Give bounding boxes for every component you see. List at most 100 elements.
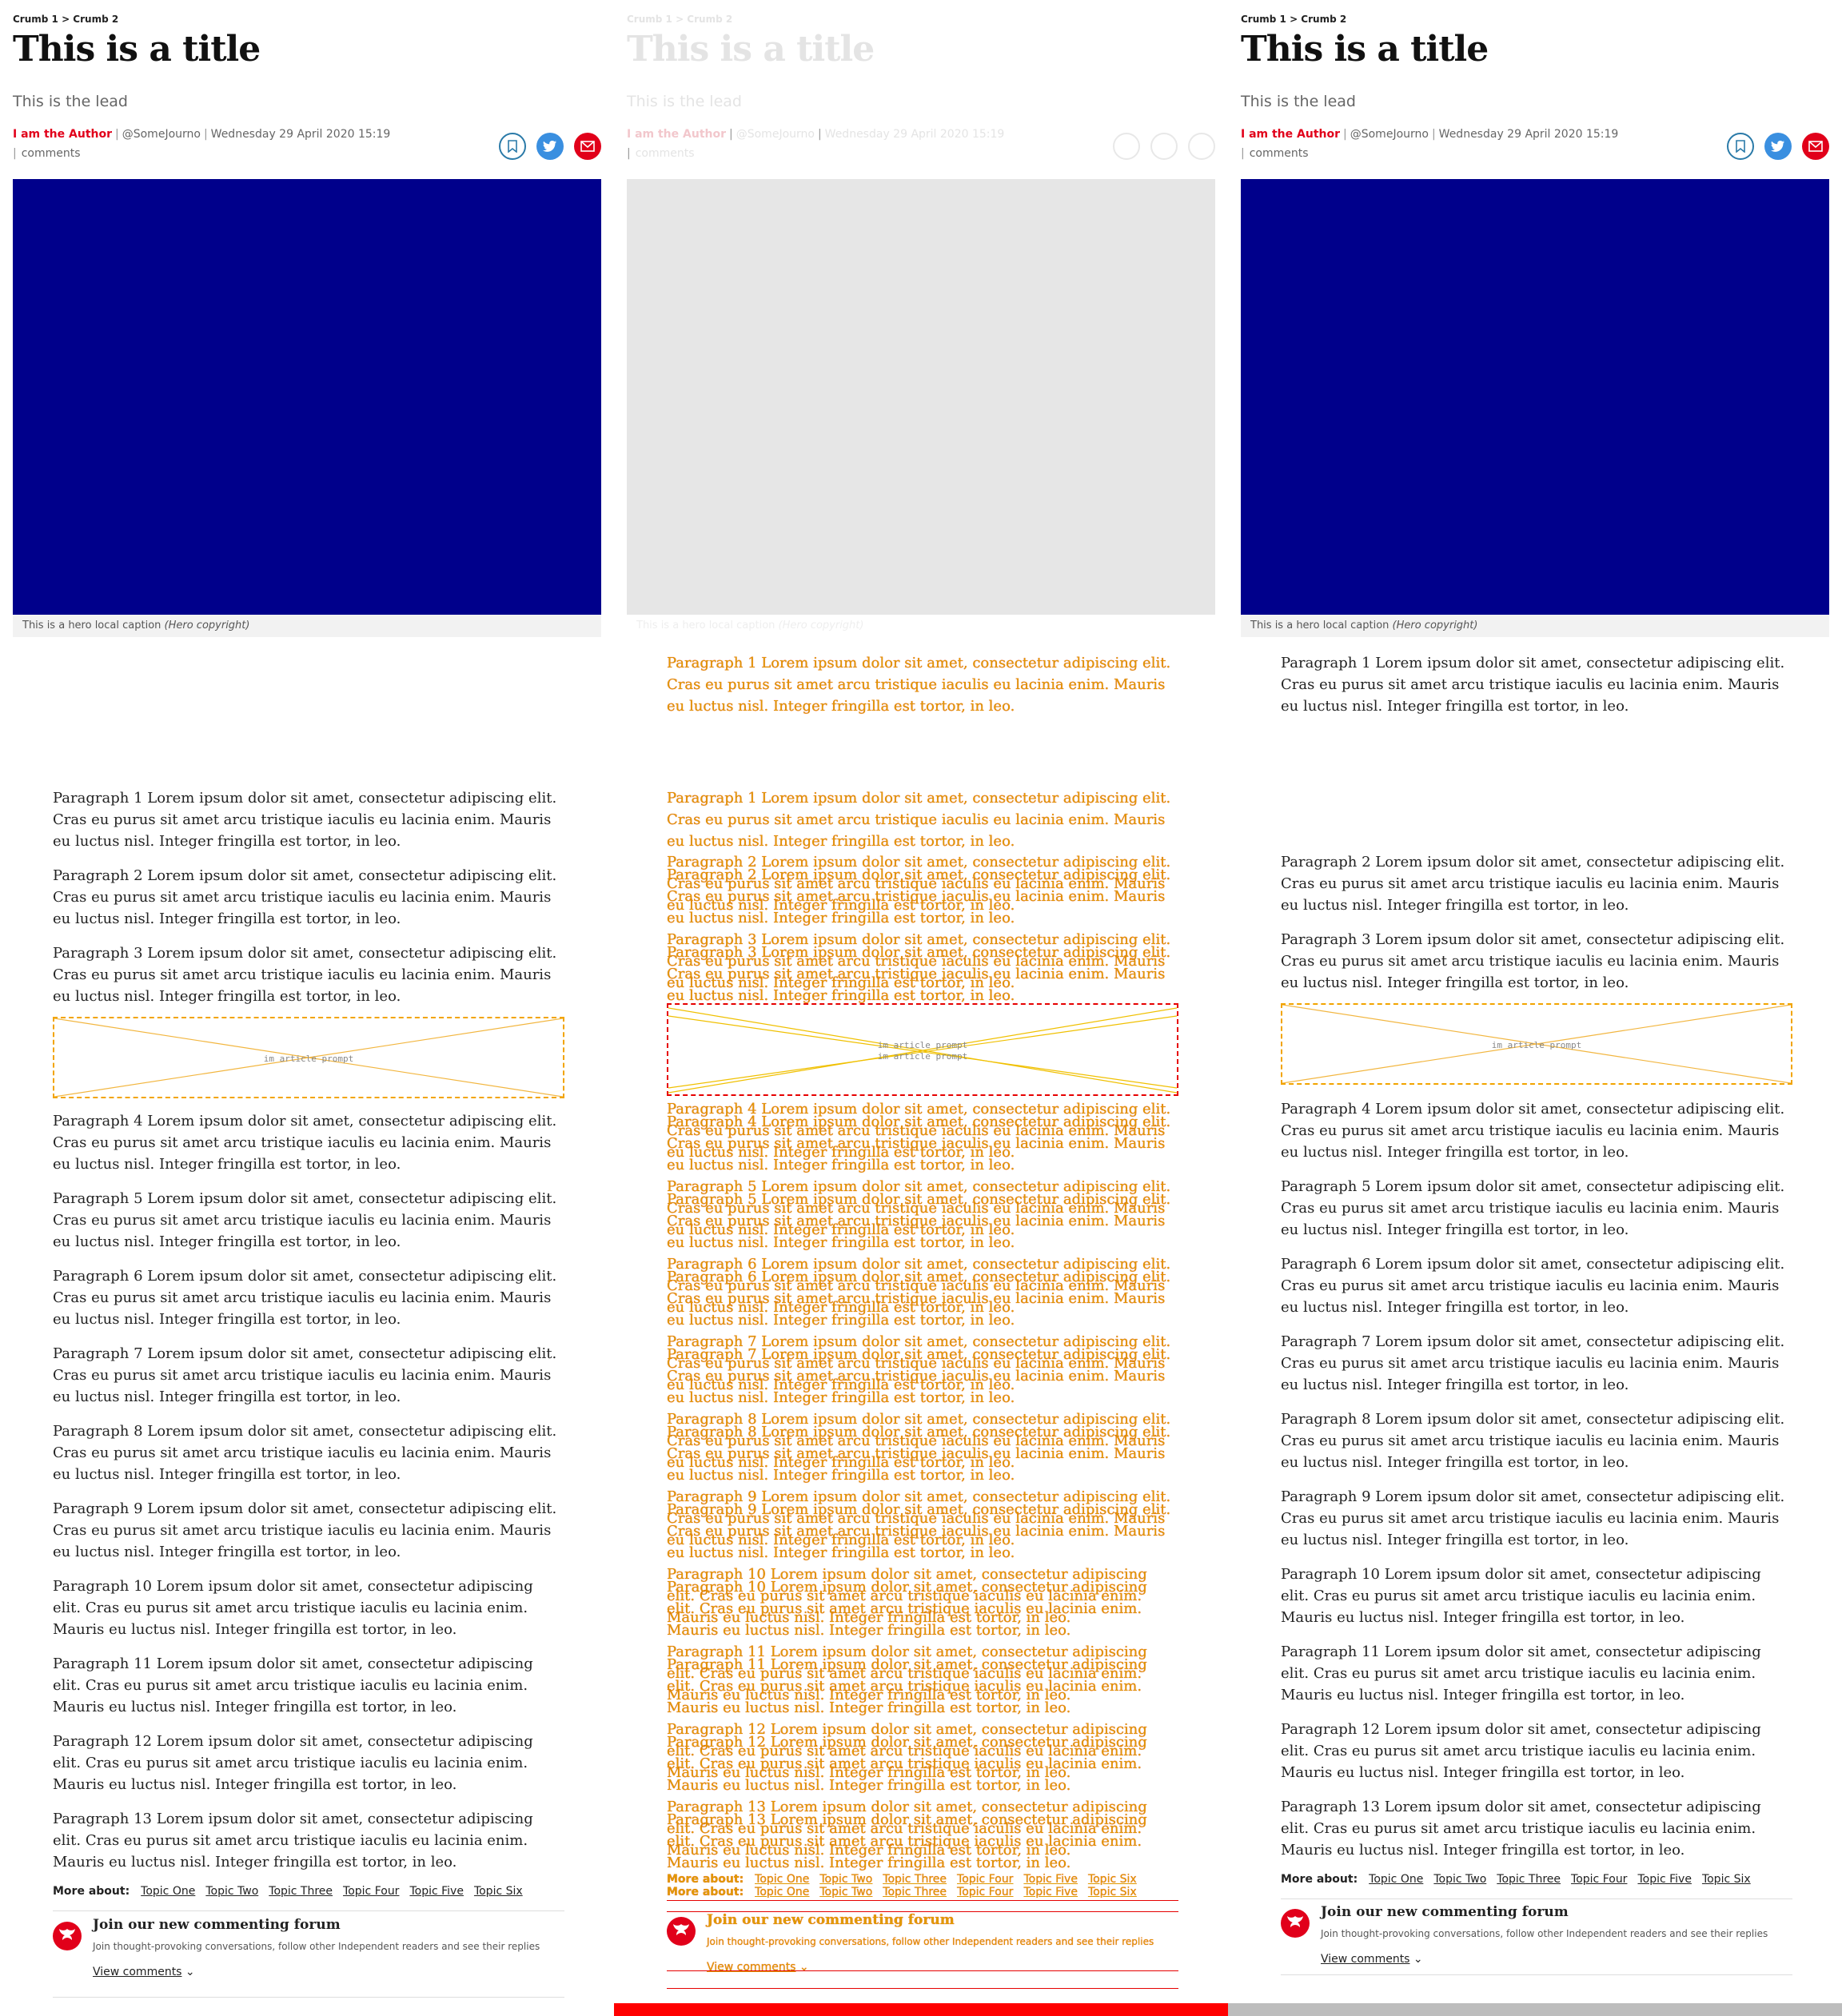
article-paragraph: Paragraph 13 Lorem ipsum dolor sit amet,…: [1281, 1799, 1761, 1859]
breadcrumb[interactable]: Crumb 1 > Crumb 2: [627, 14, 732, 25]
bookmark-button[interactable]: [1727, 133, 1754, 160]
email-share-button[interactable]: [574, 133, 601, 160]
author-handle[interactable]: @SomeJourno: [122, 128, 201, 141]
topic-link[interactable]: Topic One: [141, 1885, 195, 1898]
author-link[interactable]: I am the Author: [13, 128, 112, 141]
topic-link[interactable]: Topic Three: [883, 1873, 947, 1886]
topic-link[interactable]: Topic Four: [957, 1886, 1013, 1898]
forum-description: Join thought-provoking conversations, fo…: [707, 1936, 1154, 1947]
independent-eagle-logo: [53, 1922, 82, 1950]
topic-link[interactable]: Topic Six: [474, 1885, 523, 1898]
twitter-icon: [1771, 141, 1784, 152]
topic-link[interactable]: Topic Five: [1023, 1886, 1077, 1898]
breadcrumb[interactable]: Crumb 1 > Crumb 2: [13, 14, 118, 25]
publish-date: Wednesday 29 April 2020 15:19: [824, 128, 1005, 141]
topic-link[interactable]: Topic Two: [1433, 1873, 1486, 1886]
article-paragraph: Paragraph 1 Lorem ipsum dolor sit amet, …: [667, 790, 1171, 850]
divider: [667, 1988, 1178, 1989]
share-bar: [1113, 133, 1215, 160]
forum-title: Join our new commenting forum: [707, 1912, 955, 1928]
breadcrumb[interactable]: Crumb 1 > Crumb 2: [1241, 14, 1346, 25]
forum-description: Join thought-provoking conversations, fo…: [1321, 1928, 1768, 1939]
topic-link[interactable]: Topic Five: [1023, 1873, 1077, 1886]
topic-link[interactable]: Topic Four: [957, 1873, 1013, 1886]
article-paragraph: Paragraph 1 Lorem ipsum dolor sit amet, …: [1281, 655, 1785, 715]
chevron-down-icon: ⌄: [795, 1961, 809, 1974]
more-about-bar: More about: Topic One Topic Two Topic Three…: [667, 1886, 1178, 1898]
comments-count[interactable]: | comments: [627, 147, 695, 160]
topic-link[interactable]: Topic Four: [1571, 1873, 1627, 1886]
forum-title: Join our new commenting forum: [1321, 1904, 1569, 1920]
topic-link[interactable]: Topic Three: [1497, 1873, 1561, 1886]
author-link[interactable]: I am the Author: [627, 128, 726, 141]
author-handle[interactable]: @SomeJourno: [1350, 128, 1429, 141]
author-handle[interactable]: @SomeJourno: [736, 128, 815, 141]
topic-link[interactable]: Topic Two: [819, 1886, 872, 1898]
article-paragraph: Paragraph 11 Lorem ipsum dolor sit amet,…: [667, 1643, 1147, 1703]
forum-description: Join thought-provoking conversations, fo…: [93, 1941, 540, 1952]
comments-count[interactable]: | comments: [13, 147, 81, 160]
email-share-button[interactable]: [1188, 133, 1215, 160]
progress-bar-red: [614, 2003, 1228, 2016]
view-comments-link[interactable]: View comments ⌄: [1321, 1953, 1423, 1966]
article-paragraph: Paragraph 3 Lorem ipsum dolor sit amet, …: [1281, 931, 1785, 991]
hero-caption: This is a hero local caption (Hero copyr…: [13, 615, 601, 637]
hero-image-placeholder: [627, 179, 1215, 615]
hero-caption: This is a hero local caption (Hero copyr…: [627, 615, 1215, 637]
publish-date: Wednesday 29 April 2020 15:19: [210, 128, 391, 141]
article-paragraph: Paragraph 7 Lorem ipsum dolor sit amet, …: [53, 1345, 557, 1405]
twitter-share-button[interactable]: [1764, 133, 1792, 160]
article-paragraph: Paragraph 1 Lorem ipsum dolor sit amet, …: [53, 790, 557, 850]
bookmark-button[interactable]: [1113, 133, 1140, 160]
bookmark-icon: [1736, 140, 1745, 153]
topic-link[interactable]: Topic Six: [1088, 1873, 1137, 1886]
topic-link[interactable]: Topic Five: [409, 1885, 463, 1898]
byline: I am the Author | @SomeJourno | Wednesday 29…: [1241, 128, 1619, 141]
topic-link[interactable]: Topic Two: [205, 1885, 258, 1898]
more-about-bar: More about: Topic One Topic Two Topic Three…: [53, 1885, 564, 1898]
topic-link[interactable]: Topic Five: [1637, 1873, 1691, 1886]
share-bar: [499, 133, 601, 160]
article-paragraph: Paragraph 9 Lorem ipsum dolor sit amet, …: [1281, 1488, 1785, 1548]
topic-link[interactable]: Topic Two: [819, 1873, 872, 1886]
divider: [53, 1910, 564, 1911]
view-comments-label: View comments: [707, 1961, 796, 1974]
page-title: This is a title: [1241, 29, 1489, 70]
twitter-share-button[interactable]: [1150, 133, 1178, 160]
commenting-forum-promo: Join our new commenting forum Join though…: [53, 1914, 564, 1986]
article-prompt-placeholder: im article prompt: [53, 1017, 564, 1098]
progress-bar-grey: [1228, 2003, 1842, 2016]
bookmark-icon: [508, 140, 517, 153]
email-icon: [1808, 141, 1823, 152]
hero-image: [13, 179, 601, 615]
topic-link[interactable]: Topic Six: [1702, 1873, 1751, 1886]
view-comments-link[interactable]: View comments ⌄: [93, 1966, 195, 1978]
hero-caption: This is a hero local caption (Hero copyr…: [1241, 615, 1829, 637]
view-comments-link[interactable]: View comments ⌄: [707, 1961, 809, 1974]
hero-image: [1241, 179, 1829, 615]
article-paragraph: Paragraph 3 Lorem ipsum dolor sit amet, …: [53, 945, 557, 1005]
author-link[interactable]: I am the Author: [1241, 128, 1340, 141]
comments-count[interactable]: | comments: [1241, 147, 1309, 160]
article-paragraph: Paragraph 4 Lorem ipsum dolor sit amet, …: [53, 1113, 557, 1173]
more-about-bar: More about: Topic One Topic Two Topic Three…: [1281, 1873, 1792, 1886]
topic-link[interactable]: Topic One: [755, 1873, 809, 1886]
bookmark-button[interactable]: [499, 133, 526, 160]
article-paragraph: Paragraph 10 Lorem ipsum dolor sit amet,…: [667, 1566, 1147, 1626]
article-paragraph: Paragraph 12 Lorem ipsum dolor sit amet,…: [667, 1721, 1147, 1781]
more-about-label: More about:: [667, 1873, 744, 1886]
more-about-label: More about:: [667, 1886, 744, 1898]
topic-link[interactable]: Topic Six: [1088, 1886, 1137, 1898]
email-share-button[interactable]: [1802, 133, 1829, 160]
topic-link[interactable]: Topic Three: [269, 1885, 333, 1898]
twitter-share-button[interactable]: [536, 133, 564, 160]
topic-link[interactable]: Topic One: [755, 1886, 809, 1898]
topic-link[interactable]: Topic Four: [343, 1885, 399, 1898]
topic-link[interactable]: Topic One: [1369, 1873, 1423, 1886]
article-paragraph: Paragraph 5 Lorem ipsum dolor sit amet, …: [53, 1190, 557, 1250]
article-paragraph: Paragraph 10 Lorem ipsum dolor sit amet,…: [1281, 1566, 1761, 1626]
topic-link[interactable]: Topic Three: [883, 1886, 947, 1898]
forum-title: Join our new commenting forum: [93, 1917, 341, 1933]
chevron-down-icon: ⌄: [181, 1966, 195, 1978]
twitter-icon: [543, 141, 556, 152]
